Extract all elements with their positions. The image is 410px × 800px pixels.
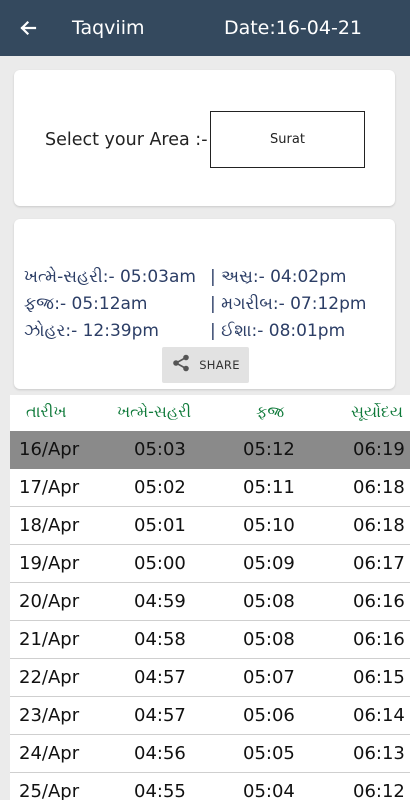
isha-time: | ઈશા:- 08:01pm	[210, 321, 346, 341]
cell-sehri: 04:59	[134, 591, 186, 612]
cell-fajr: 05:11	[243, 477, 295, 498]
cell-sehri: 04:57	[134, 667, 186, 688]
header-sehri: ખત્મે-સહરી	[117, 402, 192, 421]
cell-sunrise: 06:12	[353, 781, 405, 800]
cell-fajr: 05:04	[243, 781, 295, 800]
cell-sunrise: 06:16	[353, 591, 405, 612]
cell-fajr: 05:12	[243, 439, 295, 460]
cell-date: 17/Apr	[19, 477, 80, 498]
cell-sehri: 04:57	[134, 705, 186, 726]
cell-sunrise: 06:18	[353, 515, 405, 536]
app-bar: Taqviim Date:16-04-21	[0, 0, 410, 56]
header-date: તારીખ	[26, 402, 67, 421]
cell-sunrise: 06:16	[353, 629, 405, 650]
table-row[interactable]: 22/Apr 04:57 05:07 06:15	[10, 659, 410, 697]
share-label: SHARE	[199, 358, 240, 372]
cell-date: 24/Apr	[19, 743, 80, 764]
table-row[interactable]: 24/Apr 04:56 05:05 06:13	[10, 735, 410, 773]
cell-sunrise: 06:15	[353, 667, 405, 688]
cell-fajr: 05:09	[243, 553, 295, 574]
cell-sehri: 04:55	[134, 781, 186, 800]
cell-sunrise: 06:17	[353, 553, 405, 574]
table-row[interactable]: 25/Apr 04:55 05:04 06:12	[10, 773, 410, 800]
cell-date: 16/Apr	[19, 439, 80, 460]
asr-time: | અસ્ર:- 04:02pm	[210, 267, 347, 287]
timetable: તારીખ ખત્મે-સહરી ફજ્ર સૂર્યોદય 16/Apr 05:…	[10, 395, 410, 800]
cell-sehri: 05:02	[134, 477, 186, 498]
maghrib-time: | મગરીબ:- 07:12pm	[210, 294, 367, 314]
cell-fajr: 05:06	[243, 705, 295, 726]
table-row[interactable]: 16/Apr 05:03 05:12 06:19	[10, 431, 410, 469]
share-button[interactable]: SHARE	[162, 347, 249, 383]
cell-date: 18/Apr	[19, 515, 80, 536]
table-row[interactable]: 20/Apr 04:59 05:08 06:16	[10, 583, 410, 621]
cell-fajr: 05:08	[243, 591, 295, 612]
zohar-time: ઝોહર:- 12:39pm	[24, 321, 159, 341]
cell-fajr: 05:08	[243, 629, 295, 650]
cell-sehri: 05:00	[134, 553, 186, 574]
back-arrow-icon[interactable]	[14, 14, 42, 42]
cell-sunrise: 06:18	[353, 477, 405, 498]
fajr-time: ફજ્ર:- 05:12am	[24, 294, 148, 314]
cell-sunrise: 06:14	[353, 705, 405, 726]
page-title: Taqviim	[72, 17, 145, 39]
cell-fajr: 05:10	[243, 515, 295, 536]
cell-sehri: 05:01	[134, 515, 186, 536]
cell-sehri: 04:58	[134, 629, 186, 650]
area-selector[interactable]: Surat	[210, 111, 365, 168]
cell-date: 20/Apr	[19, 591, 80, 612]
table-header: તારીખ ખત્મે-સહરી ફજ્ર સૂર્યોદય	[10, 395, 410, 431]
table-row[interactable]: 21/Apr 04:58 05:08 06:16	[10, 621, 410, 659]
area-card: Select your Area :- Surat	[14, 70, 395, 206]
cell-date: 19/Apr	[19, 553, 80, 574]
share-icon	[171, 353, 191, 377]
date-label: Date:16-04-21	[223, 17, 362, 39]
table-row[interactable]: 19/Apr 05:00 05:09 06:17	[10, 545, 410, 583]
table-row[interactable]: 17/Apr 05:02 05:11 06:18	[10, 469, 410, 507]
area-value: Surat	[270, 132, 305, 147]
header-sunrise: સૂર્યોદય	[351, 402, 403, 421]
cell-sehri: 05:03	[134, 439, 186, 460]
sehri-time: ખત્મે-સહરી:- 05:03am	[24, 267, 196, 287]
cell-fajr: 05:07	[243, 667, 295, 688]
cell-date: 23/Apr	[19, 705, 80, 726]
cell-date: 21/Apr	[19, 629, 80, 650]
cell-sehri: 04:56	[134, 743, 186, 764]
cell-fajr: 05:05	[243, 743, 295, 764]
table-row[interactable]: 23/Apr 04:57 05:06 06:14	[10, 697, 410, 735]
table-row[interactable]: 18/Apr 05:01 05:10 06:18	[10, 507, 410, 545]
cell-sunrise: 06:13	[353, 743, 405, 764]
area-label: Select your Area :-	[45, 130, 208, 150]
cell-date: 25/Apr	[19, 781, 80, 800]
header-fajr: ફજ્ર	[256, 402, 285, 421]
prayer-times-card: ખત્મે-સહરી:- 05:03am | અસ્ર:- 04:02pm ફજ…	[14, 219, 395, 389]
cell-sunrise: 06:19	[353, 439, 405, 460]
cell-date: 22/Apr	[19, 667, 80, 688]
